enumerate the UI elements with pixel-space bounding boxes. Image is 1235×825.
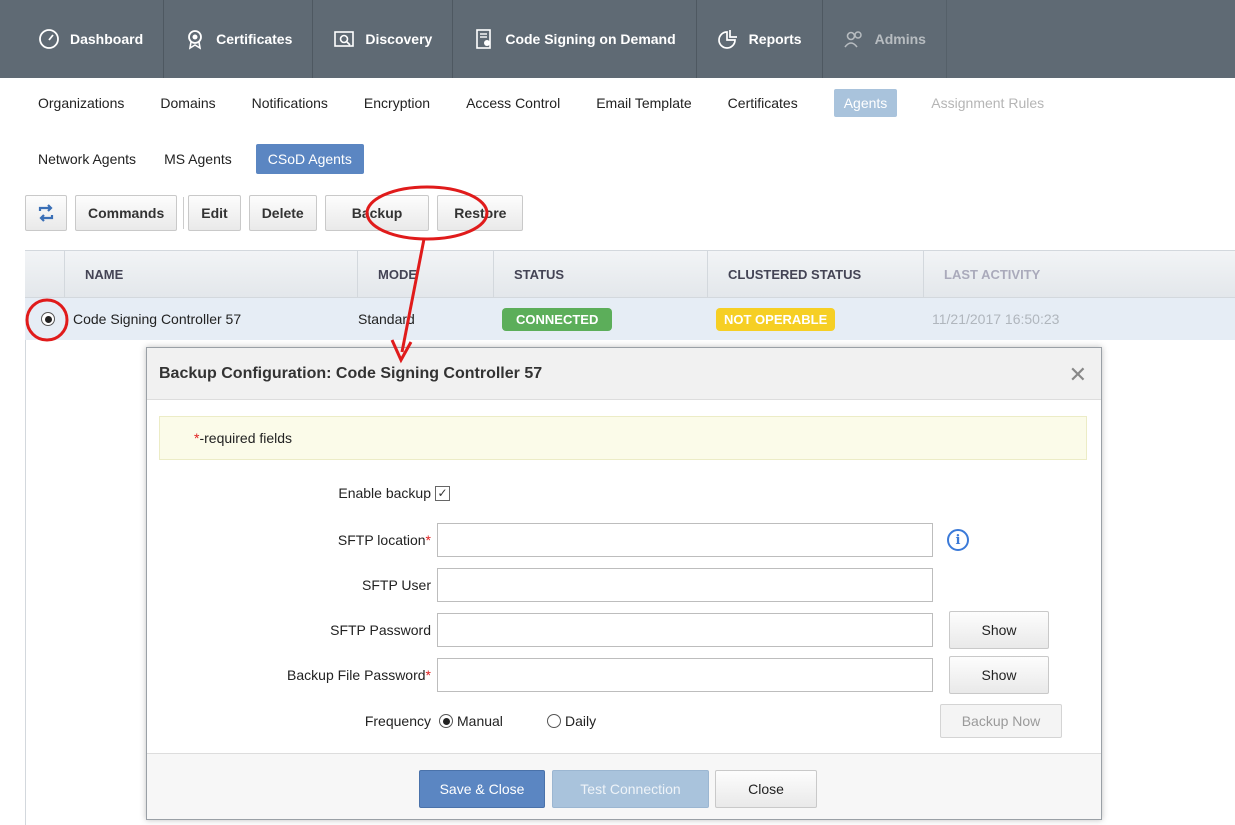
backup-file-password-label: Backup File Password* — [287, 667, 431, 683]
dashboard-gauge-icon — [38, 28, 60, 50]
cell-mode: Standard — [358, 311, 415, 327]
sftp-location-row: SFTP location* i — [147, 523, 1103, 557]
cell-name: Code Signing Controller 57 — [73, 311, 242, 327]
tab-network-agents[interactable]: Network Agents — [38, 151, 136, 167]
restore-button[interactable]: Restore — [437, 195, 524, 231]
tab-organizations[interactable]: Organizations — [38, 95, 124, 111]
table-left-border — [25, 340, 26, 825]
sftp-password-row: SFTP Password Show — [147, 611, 1103, 649]
nav-reports-label: Reports — [748, 31, 802, 47]
delete-button[interactable]: Delete — [248, 195, 317, 231]
reports-chart-icon — [717, 28, 739, 50]
nav-reports[interactable]: Reports — [697, 0, 823, 78]
toolbar-separator — [183, 197, 185, 229]
table-header: NAME MODE STATUS CLUSTERED STATUS LAST A… — [25, 250, 1235, 298]
frequency-manual-radio[interactable] — [439, 714, 453, 728]
header-last-activity[interactable]: LAST ACTIVITY — [924, 250, 1235, 298]
backup-button[interactable]: Backup — [324, 195, 430, 231]
nav-discovery[interactable]: Discovery — [313, 0, 454, 78]
edit-button[interactable]: Edit — [188, 195, 241, 231]
tab-encryption[interactable]: Encryption — [364, 95, 430, 111]
sftp-password-input[interactable] — [437, 613, 933, 647]
backup-file-password-input[interactable] — [437, 658, 933, 692]
close-icon[interactable]: ✕ — [1069, 362, 1087, 388]
dialog-footer: Save & Close Test Connection Close — [147, 753, 1101, 819]
agents-table: NAME MODE STATUS CLUSTERED STATUS LAST A… — [25, 250, 1235, 340]
enable-backup-label: Enable backup — [338, 485, 431, 501]
tab-assignment-rules[interactable]: Assignment Rules — [931, 95, 1044, 111]
enable-backup-row: Enable backup ✓ — [147, 476, 1103, 510]
dialog-title: Backup Configuration: Code Signing Contr… — [159, 364, 543, 382]
backup-configuration-dialog: Backup Configuration: Code Signing Contr… — [146, 347, 1102, 820]
enable-backup-checkbox[interactable]: ✓ — [435, 485, 450, 501]
header-select-column — [25, 250, 65, 298]
cell-last-activity: 11/21/2017 16:50:23 — [932, 311, 1060, 327]
nav-code-signing-label: Code Signing on Demand — [505, 31, 676, 47]
frequency-row: Frequency Manual Daily Backup Now — [147, 704, 1103, 738]
tab-access-control[interactable]: Access Control — [466, 95, 560, 111]
status-badge-not-operable: NOT OPERABLE — [716, 307, 836, 331]
tab-notifications[interactable]: Notifications — [252, 95, 328, 111]
top-navigation: Dashboard Certificates Discovery Code Si… — [0, 0, 1235, 78]
discovery-icon — [333, 28, 355, 50]
nav-code-signing[interactable]: Code Signing on Demand — [453, 0, 697, 78]
row-select-cell — [25, 312, 73, 326]
show-sftp-password-button[interactable]: Show — [949, 611, 1049, 649]
show-backup-file-password-button[interactable]: Show — [949, 656, 1049, 694]
test-connection-button[interactable]: Test Connection — [552, 770, 709, 808]
sftp-location-input[interactable] — [437, 523, 933, 557]
agents-toolbar: Commands Edit Delete Backup Restore — [25, 195, 531, 231]
certificate-badge-icon — [184, 28, 206, 50]
frequency-manual-option[interactable]: Manual — [439, 713, 503, 729]
header-clustered-status[interactable]: CLUSTERED STATUS — [708, 250, 924, 298]
frequency-manual-label: Manual — [457, 713, 503, 729]
header-name[interactable]: NAME — [65, 250, 358, 298]
tab-domains[interactable]: Domains — [160, 95, 215, 111]
tab-email-template[interactable]: Email Template — [596, 95, 691, 111]
close-button[interactable]: Close — [715, 770, 817, 808]
commands-button[interactable]: Commands — [75, 195, 178, 231]
nav-certificates-label: Certificates — [216, 31, 293, 47]
agent-type-tabs: Network Agents MS Agents CSoD Agents — [38, 144, 392, 174]
table-row[interactable]: Code Signing Controller 57 Standard CONN… — [25, 298, 1235, 340]
nav-admins-label: Admins — [874, 31, 926, 47]
tab-ms-agents[interactable]: MS Agents — [164, 151, 232, 167]
nav-discovery-label: Discovery — [365, 31, 433, 47]
nav-dashboard-label: Dashboard — [70, 31, 144, 47]
tab-agents[interactable]: Agents — [833, 89, 898, 117]
cell-clustered-status: NOT OPERABLE — [708, 307, 924, 331]
tab-csod-agents[interactable]: CSoD Agents — [255, 144, 364, 174]
frequency-label: Frequency — [364, 713, 431, 729]
info-icon[interactable]: i — [947, 529, 969, 551]
header-mode[interactable]: MODE — [358, 250, 494, 298]
row-select-radio[interactable] — [41, 312, 55, 326]
header-status[interactable]: STATUS — [494, 250, 708, 298]
sftp-user-row: SFTP User — [147, 568, 1103, 602]
backup-file-password-row: Backup File Password* Show — [147, 656, 1103, 694]
sftp-location-label: SFTP location* — [337, 532, 431, 548]
required-fields-notice: * -required fields — [159, 416, 1087, 460]
refresh-icon — [38, 204, 54, 222]
required-fields-text: -required fields — [199, 430, 293, 446]
sftp-user-label: SFTP User — [362, 577, 431, 593]
tab-certificates[interactable]: Certificates — [728, 95, 798, 111]
nav-certificates[interactable]: Certificates — [164, 0, 314, 78]
nav-dashboard[interactable]: Dashboard — [0, 0, 165, 78]
sftp-user-input[interactable] — [437, 568, 933, 602]
backup-now-button[interactable]: Backup Now — [940, 704, 1062, 738]
cell-status: CONNECTED — [494, 307, 708, 331]
settings-tabs: Organizations Domains Notifications Encr… — [38, 89, 1080, 117]
admins-users-icon — [843, 28, 865, 50]
refresh-button[interactable] — [25, 195, 67, 231]
frequency-daily-label: Daily — [565, 713, 597, 729]
status-badge-connected: CONNECTED — [502, 307, 613, 331]
frequency-daily-option[interactable]: Daily — [547, 713, 596, 729]
code-signing-icon — [473, 28, 495, 50]
frequency-daily-radio[interactable] — [547, 714, 561, 728]
dialog-header: Backup Configuration: Code Signing Contr… — [147, 348, 1101, 400]
nav-admins[interactable]: Admins — [823, 0, 947, 78]
sftp-password-label: SFTP Password — [330, 622, 431, 638]
save-close-button[interactable]: Save & Close — [419, 770, 545, 808]
